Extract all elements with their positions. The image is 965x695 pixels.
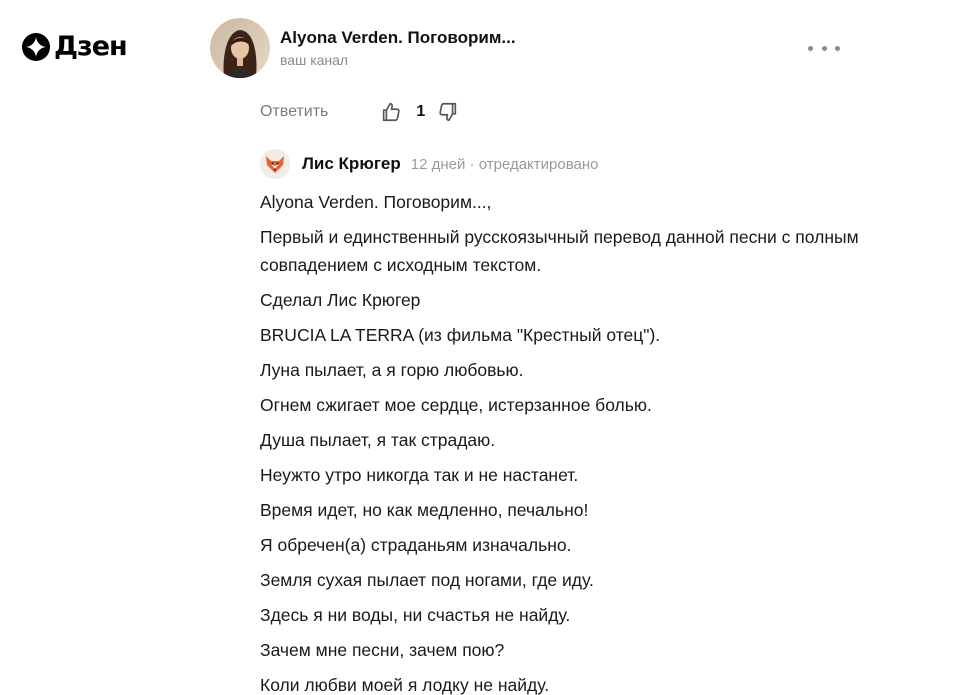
more-dots-icon — [835, 45, 840, 51]
dzen-star-icon — [22, 33, 50, 61]
dislike-button[interactable] — [437, 101, 459, 123]
comment-line: Коли любви моей я лодку не найду. — [260, 675, 550, 695]
comment-header: Лис Крюгер 12 дней · отредактировано — [260, 148, 598, 180]
comment-meta: 12 дней · отредактировано — [410, 155, 599, 173]
channel-avatar[interactable] — [210, 18, 270, 78]
page: Дзен Alyona Verden. Поговорим... ваш кан… — [0, 0, 965, 695]
thumbs-up-icon — [383, 102, 401, 122]
reply-button[interactable]: Ответить — [260, 103, 328, 121]
comment-author[interactable]: Лис Крюгер — [302, 154, 401, 174]
channel-info: Alyona Verden. Поговорим... ваш канал — [280, 28, 516, 68]
channel-header[interactable]: Alyona Verden. Поговорим... ваш канал — [210, 18, 516, 78]
comment-line: Время идет, но как медленно, печально! — [260, 500, 589, 520]
comment-line: Сделал Лис Крюгер — [260, 290, 421, 310]
logo-text: Дзен — [54, 31, 128, 62]
dzen-logo[interactable]: Дзен — [22, 31, 128, 62]
comment-body: Alyona Verden. Поговорим..., Первый и ед… — [260, 188, 880, 695]
comment-line: Здесь я ни воды, ни счастья не найду. — [260, 605, 571, 625]
comment-line: Душа пылает, я так страдаю. — [260, 430, 496, 450]
comment-line: Неужто утро никогда так и не настанет. — [260, 465, 579, 485]
channel-subtitle: ваш канал — [280, 52, 349, 68]
comment-line: Первый и единственный русскоязычный пере… — [260, 227, 859, 275]
more-options-button[interactable] — [808, 38, 840, 58]
like-button[interactable] — [380, 101, 402, 123]
comment-line: Alyona Verden. Поговорим..., — [260, 192, 492, 212]
more-dots-icon — [821, 45, 827, 51]
thumbs-down-icon — [439, 102, 457, 122]
more-dots-icon — [808, 45, 813, 51]
comment-line: Я обречен(а) страданьям изначально. — [260, 535, 572, 555]
comment-line: Зачем мне песни, зачем пою? — [260, 640, 505, 660]
fox-avatar-icon[interactable] — [260, 149, 290, 179]
like-count: 1 — [416, 103, 426, 120]
comment-line: BRUCIA LA TERRA (из фильма "Крестный оте… — [260, 325, 661, 345]
comment-line: Луна пылает, а я горю любовью. — [260, 360, 524, 380]
comment-actions: Ответить 1 — [260, 98, 459, 126]
comment-line: Земля сухая пылает под ногами, где иду. — [260, 570, 594, 590]
comment-line: Огнем сжигает мое сердце, истерзанное бо… — [260, 395, 652, 415]
channel-name[interactable]: Alyona Verden. Поговорим... — [280, 28, 516, 48]
